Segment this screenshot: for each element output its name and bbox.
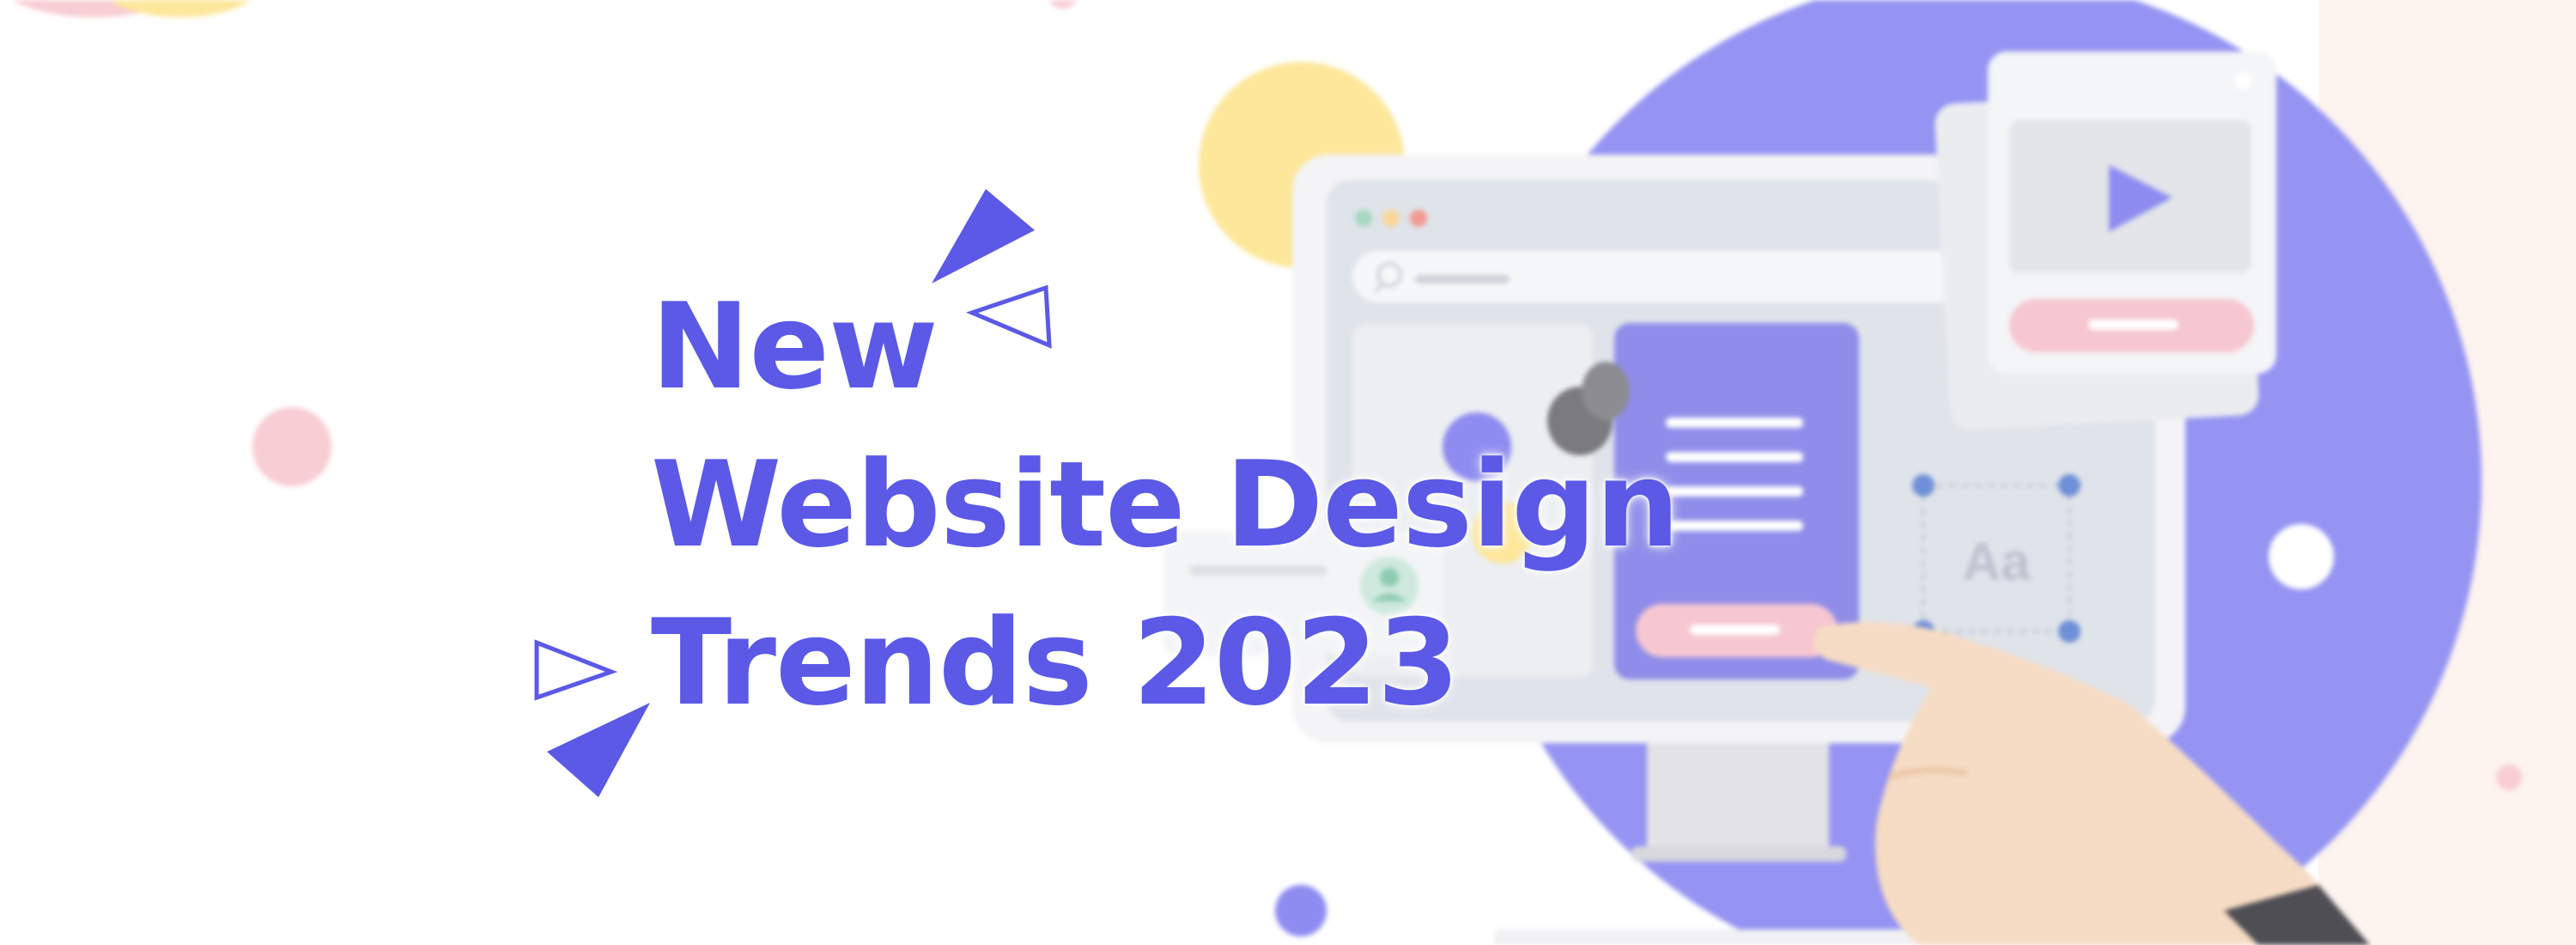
headline-line-1: New — [651, 277, 939, 416]
triangle-icon — [534, 639, 618, 701]
headline-line-2: Website Design — [651, 436, 1680, 574]
banner: Aa New Website Design Trends 2023 — [0, 0, 2576, 945]
headline-line-3: Trends 2023 — [651, 594, 1460, 732]
headline: New Website Design Trends 2023 — [651, 268, 1680, 742]
triangle-icon — [547, 703, 650, 797]
